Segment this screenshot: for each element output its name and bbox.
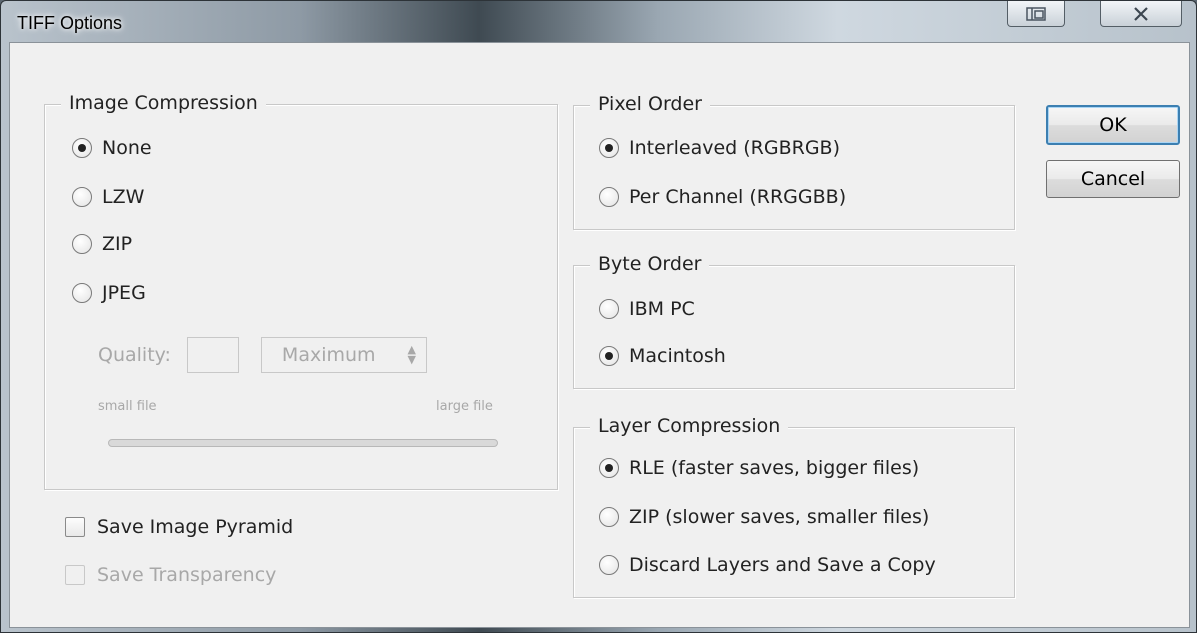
radio-button[interactable] [72,234,92,254]
radio-label: Interleaved (RGBRGB) [629,137,840,159]
checkbox[interactable] [65,517,85,537]
radio-byte-macintosh[interactable]: Macintosh [599,345,726,367]
window-title: TIFF Options [17,13,123,33]
radio-label: ZIP (slower saves, smaller files) [629,506,930,528]
radio-label: RLE (faster saves, bigger files) [629,457,920,479]
close-button[interactable] [1100,1,1182,27]
checkbox-label: Save Image Pyramid [97,516,294,538]
ok-button[interactable]: OK [1046,105,1180,145]
quality-select[interactable]: Maximum ▲ ▼ [260,337,427,373]
radio-label: Per Channel (RRGGBB) [629,186,847,208]
radio-button[interactable] [599,507,619,527]
image-compression-legend: Image Compression [61,92,266,114]
radio-compression-zip[interactable]: ZIP [72,233,132,255]
radio-label: Macintosh [629,345,726,367]
radio-label: Discard Layers and Save a Copy [629,554,936,576]
radio-compression-lzw[interactable]: LZW [72,186,144,208]
checkbox-label: Save Transparency [97,564,277,586]
radio-compression-none[interactable]: None [72,137,152,159]
radio-button[interactable] [72,138,92,158]
radio-label: IBM PC [629,298,695,320]
checkbox[interactable] [65,565,85,585]
radio-label: ZIP [102,233,133,255]
byte-order-legend: Byte Order [590,253,710,275]
quality-label: Quality: [98,344,171,366]
radio-button[interactable] [599,187,619,207]
quality-select-value: Maximum [281,344,376,366]
radio-label: LZW [102,186,145,208]
radio-byte-ibm-pc[interactable]: IBM PC [599,298,695,320]
radio-button[interactable] [599,458,619,478]
title-bar[interactable]: TIFF Options [1,1,1196,41]
radio-compression-jpeg[interactable]: JPEG [72,282,146,304]
radio-button[interactable] [599,138,619,158]
restore-button[interactable] [1007,1,1065,27]
quality-input[interactable] [186,337,239,373]
dialog-body: Image Compression None LZW ZIP JPEG Qual… [9,42,1190,628]
radio-label: None [102,137,152,159]
radio-layer-discard[interactable]: Discard Layers and Save a Copy [599,554,936,576]
radio-layer-rle[interactable]: RLE (faster saves, bigger files) [599,457,919,479]
radio-layer-zip[interactable]: ZIP (slower saves, smaller files) [599,506,929,528]
quality-row: Quality: Maximum ▲ ▼ [98,336,427,374]
pixel-order-group: Pixel Order [573,93,1015,230]
pixel-order-legend: Pixel Order [590,93,710,115]
radio-button[interactable] [599,299,619,319]
close-icon [1134,6,1148,21]
checkbox-save-image-pyramid[interactable]: Save Image Pyramid [65,516,293,538]
radio-button[interactable] [72,283,92,303]
radio-pixel-per-channel[interactable]: Per Channel (RRGGBB) [599,186,846,208]
radio-button[interactable] [599,346,619,366]
restore-icon [1026,6,1046,21]
quality-slider[interactable] [108,439,498,447]
small-file-label: small file [98,399,157,414]
up-down-arrows-icon: ▲ ▼ [407,343,416,366]
layer-compression-legend: Layer Compression [590,415,789,437]
cancel-button[interactable]: Cancel [1046,160,1180,198]
large-file-label: large file [436,399,493,414]
radio-button[interactable] [72,187,92,207]
radio-pixel-interleaved[interactable]: Interleaved (RGBRGB) [599,137,840,159]
byte-order-group: Byte Order [573,253,1015,389]
radio-label: JPEG [102,282,146,304]
checkbox-save-transparency[interactable]: Save Transparency [65,564,276,586]
radio-button[interactable] [599,555,619,575]
tiff-options-window: TIFF Options Image Compression None LZW [0,0,1197,633]
